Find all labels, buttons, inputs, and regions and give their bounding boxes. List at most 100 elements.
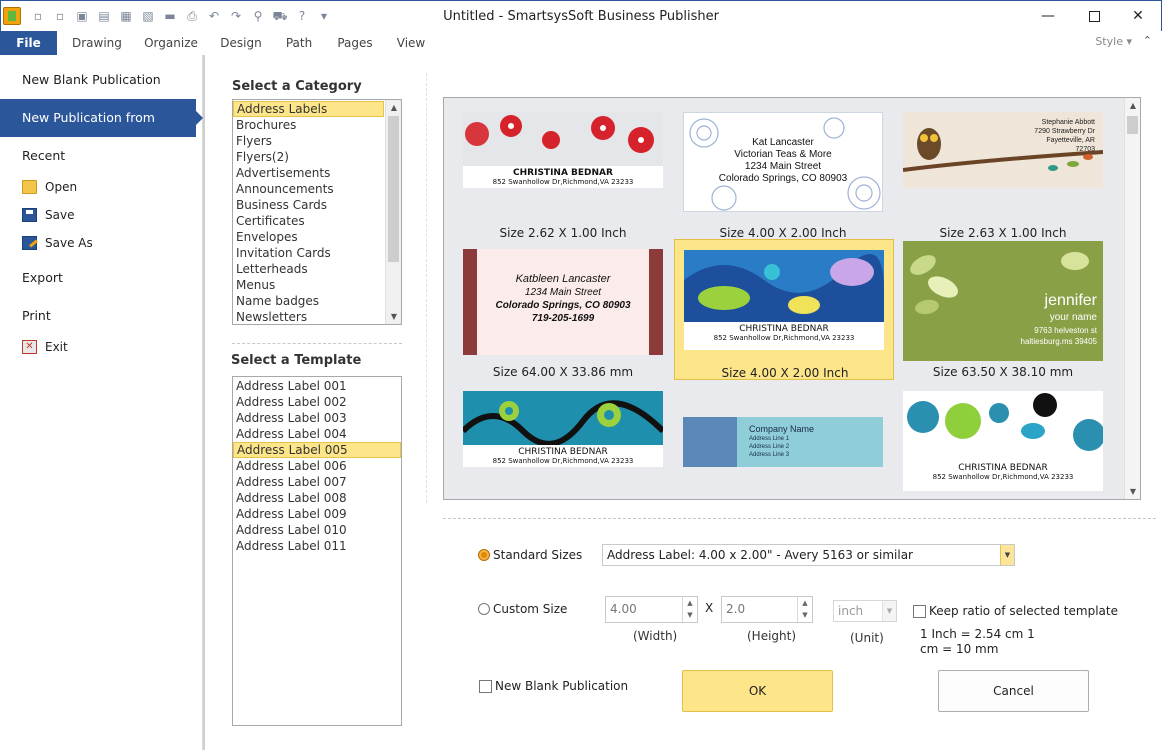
template-item[interactable]: Address Label 002: [233, 394, 401, 410]
scroll-thumb[interactable]: [1127, 116, 1138, 134]
template-card[interactable]: jennifer your name 9763 helveston st hal…: [893, 239, 1113, 379]
template-item[interactable]: Address Label 008: [233, 490, 401, 506]
template-card[interactable]: Stephanie Abbott 7290 Strawberry Dr Faye…: [893, 112, 1113, 242]
template-item[interactable]: Address Label 007: [233, 474, 401, 490]
toolbar-icon[interactable]: ⎙: [183, 7, 201, 25]
height-stepper[interactable]: 2.0 ▲ ▼: [721, 596, 813, 623]
toolbar-icon[interactable]: ⛟: [271, 7, 289, 25]
print-item[interactable]: Print: [22, 308, 51, 323]
keep-ratio-checkbox[interactable]: [913, 605, 926, 618]
cancel-button[interactable]: Cancel: [938, 670, 1089, 712]
style-menu[interactable]: Style ▾: [1095, 35, 1132, 48]
unit-dropdown[interactable]: inch ▼: [833, 600, 897, 622]
category-item[interactable]: Menus: [233, 277, 384, 293]
category-list[interactable]: Address Labels Brochures Flyers Flyers(2) Ad…: [232, 99, 402, 325]
stepper-down-icon[interactable]: ▼: [798, 609, 812, 621]
tab-view[interactable]: View: [396, 33, 426, 55]
toolbar-icon[interactable]: ▾: [315, 7, 333, 25]
recent-item[interactable]: Recent: [22, 148, 65, 163]
category-item[interactable]: Newsletters: [233, 309, 384, 324]
toolbar-icon[interactable]: ↶: [205, 7, 223, 25]
scroll-up-icon[interactable]: ▲: [386, 100, 401, 115]
toolbar-icon[interactable]: ▤: [95, 7, 113, 25]
template-gallery[interactable]: CHRISTINA BEDNAR 852 Swanhollow Dr,Richm…: [443, 97, 1141, 500]
category-item[interactable]: Flyers: [233, 133, 384, 149]
close-button[interactable]: ✕: [1115, 1, 1161, 31]
template-card-selected[interactable]: CHRISTINA BEDNAR 852 Swanhollow Dr,Richm…: [674, 239, 894, 380]
template-item[interactable]: Address Label 003: [233, 410, 401, 426]
template-item[interactable]: Address Label 004: [233, 426, 401, 442]
tab-pages[interactable]: Pages: [337, 33, 373, 55]
toolbar-icon[interactable]: ?: [293, 7, 311, 25]
new-blank-publication-item[interactable]: New Blank Publication: [22, 72, 161, 87]
category-item[interactable]: Envelopes: [233, 229, 384, 245]
custom-size-label: Custom Size: [493, 602, 568, 616]
toolbar-icon[interactable]: ⚲: [249, 7, 267, 25]
category-item[interactable]: Flyers(2): [233, 149, 384, 165]
template-card[interactable]: Katbleen Lancaster 1234 Main Street Colo…: [453, 243, 673, 383]
scroll-thumb[interactable]: [388, 116, 399, 262]
collapse-ribbon-icon[interactable]: ⌃: [1143, 34, 1152, 47]
template-card[interactable]: Kat Lancaster Victorian Teas & More 1234…: [673, 112, 893, 242]
gallery-scrollbar[interactable]: ▲ ▼: [1124, 98, 1140, 499]
minimize-button[interactable]: —: [1025, 1, 1071, 31]
open-item[interactable]: Open: [22, 180, 77, 194]
toolbar-icon[interactable]: ▧: [139, 7, 157, 25]
category-item[interactable]: Invitation Cards: [233, 245, 384, 261]
label-line-3: Fayetteville, AR: [1046, 137, 1095, 144]
toolbar-icon[interactable]: ▬: [161, 7, 179, 25]
maximize-button[interactable]: [1071, 1, 1117, 31]
save-as-item[interactable]: Save As: [22, 236, 93, 250]
standard-sizes-dropdown[interactable]: Address Label: 4.00 x 2.00" - Avery 5163…: [602, 544, 1015, 566]
tab-file[interactable]: File: [0, 31, 57, 55]
template-card[interactable]: CHRISTINA BEDNAR 852 Swanhollow Dr,Richm…: [453, 391, 673, 491]
category-item[interactable]: Name badges: [233, 293, 384, 309]
template-list[interactable]: Address Label 001 Address Label 002 Addres…: [232, 376, 402, 726]
category-scrollbar[interactable]: ▲ ▼: [385, 100, 401, 324]
toolbar-icon[interactable]: ▦: [117, 7, 135, 25]
stepper-up-icon[interactable]: ▲: [683, 597, 697, 609]
scroll-down-icon[interactable]: ▼: [386, 309, 401, 324]
template-item[interactable]: Address Label 011: [233, 538, 401, 554]
export-item[interactable]: Export: [22, 270, 63, 285]
template-item[interactable]: Address Label 009: [233, 506, 401, 522]
scroll-down-icon[interactable]: ▼: [1125, 484, 1140, 499]
template-card[interactable]: Company Name Address Line 1 Address Line…: [673, 417, 893, 477]
new-blank-checkbox[interactable]: [479, 680, 492, 693]
template-card[interactable]: CHRISTINA BEDNAR 852 Swanhollow Dr,Richm…: [893, 391, 1113, 491]
stepper-up-icon[interactable]: ▲: [798, 597, 812, 609]
template-item[interactable]: Address Label 001: [233, 378, 401, 394]
save-item[interactable]: Save: [22, 208, 74, 222]
template-card[interactable]: CHRISTINA BEDNAR 852 Swanhollow Dr,Richm…: [453, 112, 673, 242]
scroll-up-icon[interactable]: ▲: [1125, 98, 1140, 113]
category-item[interactable]: Advertisements: [233, 165, 384, 181]
category-item[interactable]: Announcements: [233, 181, 384, 197]
tab-organize[interactable]: Organize: [144, 33, 198, 55]
template-item-selected[interactable]: Address Label 005: [233, 442, 401, 458]
exit-item[interactable]: ✕ Exit: [22, 340, 68, 354]
stepper-buttons[interactable]: ▲ ▼: [682, 597, 697, 622]
tab-path[interactable]: Path: [285, 33, 313, 55]
new-from-template-item[interactable]: New Publication from Template: [0, 99, 203, 163]
tab-design[interactable]: Design: [219, 33, 263, 55]
toolbar-icon[interactable]: ▫: [29, 7, 47, 25]
custom-size-radio[interactable]: [478, 603, 490, 615]
category-item[interactable]: Business Cards: [233, 197, 384, 213]
chevron-down-icon: ▼: [1000, 545, 1014, 565]
template-item[interactable]: Address Label 006: [233, 458, 401, 474]
standard-sizes-radio[interactable]: [478, 549, 490, 561]
category-item[interactable]: Letterheads: [233, 261, 384, 277]
toolbar-icon[interactable]: ▣: [73, 7, 91, 25]
width-stepper[interactable]: 4.00 ▲ ▼: [605, 596, 698, 623]
category-item[interactable]: Brochures: [233, 117, 384, 133]
app-icon[interactable]: [3, 7, 21, 25]
category-item-selected[interactable]: Address Labels: [233, 101, 384, 117]
toolbar-icon[interactable]: ▫: [51, 7, 69, 25]
toolbar-icon[interactable]: ↷: [227, 7, 245, 25]
category-item[interactable]: Certificates: [233, 213, 384, 229]
tab-drawing[interactable]: Drawing: [72, 33, 122, 55]
ok-button[interactable]: OK: [682, 670, 833, 712]
template-item[interactable]: Address Label 010: [233, 522, 401, 538]
stepper-buttons[interactable]: ▲ ▼: [797, 597, 812, 622]
stepper-down-icon[interactable]: ▼: [683, 609, 697, 621]
